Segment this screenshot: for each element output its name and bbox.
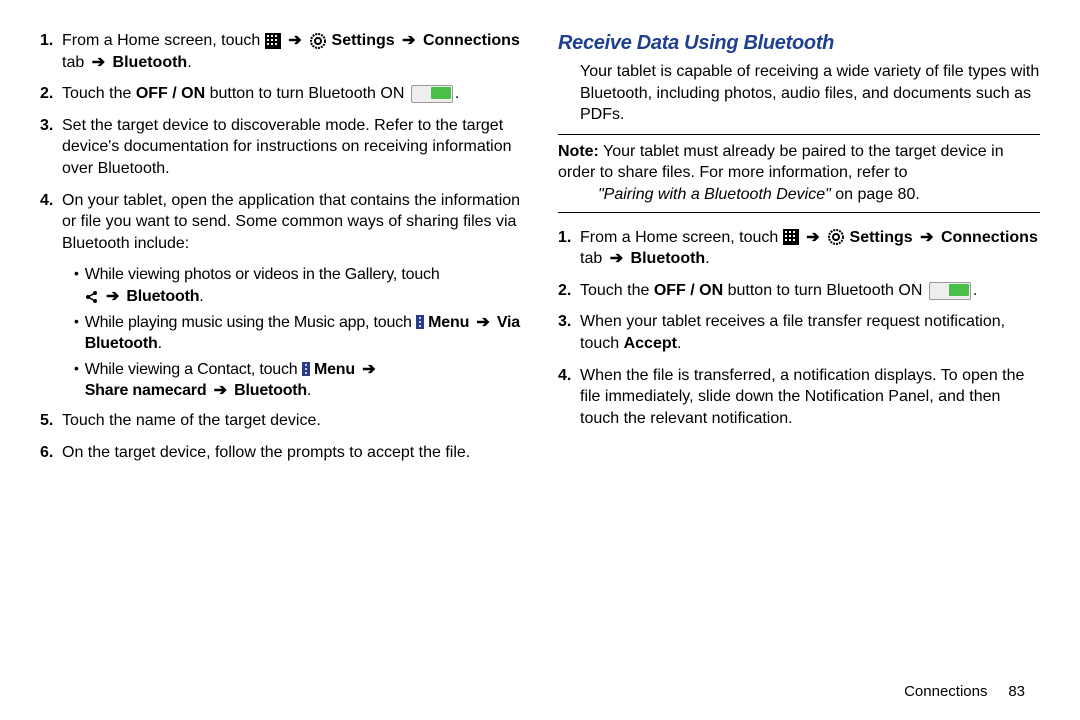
text: Touch the [580,282,654,299]
text: While playing music using the Music app,… [85,314,416,331]
text: button to turn Bluetooth ON [205,85,409,102]
r-step-2: 2. Touch the OFF / ON button to turn Blu… [558,280,1040,302]
bullet-music: • While playing music using the Music ap… [74,312,522,355]
step-number: 4. [558,365,580,430]
left-column: 1. From a Home screen, touch ➔ Settings … [40,30,522,700]
connections-label: Connections [941,229,1038,246]
text: . [677,335,681,352]
text: . [307,382,311,399]
text: Touch the [62,85,136,102]
toggle-on-icon [929,282,971,300]
arrow-icon: ➔ [476,312,489,334]
text: When the file is transferred, a notifica… [580,365,1040,430]
arrow-icon: ➔ [92,52,105,74]
r-step-4: 4. When the file is transferred, a notif… [558,365,1040,430]
arrow-icon: ➔ [806,227,819,249]
text: On your tablet, open the application tha… [62,190,522,255]
text: From a Home screen, touch [580,229,783,246]
text: While viewing a Contact, touch [85,361,302,378]
footer-page-number: 83 [1008,683,1025,700]
section-heading: Receive Data Using Bluetooth [558,30,1040,57]
step-2: 2. Touch the OFF / ON button to turn Blu… [40,83,522,105]
page-footer: Connections 83 [904,683,1025,700]
settings-gear-icon [827,228,845,246]
bluetooth-label: Bluetooth [113,54,188,71]
right-column: Receive Data Using Bluetooth Your tablet… [558,30,1040,700]
arrow-icon: ➔ [106,286,119,308]
menu-label: Menu [314,361,355,378]
r-step-1: 1. From a Home screen, touch ➔ Settings … [558,227,1040,270]
settings-label: Settings [332,32,395,49]
step-5: 5. Touch the name of the target device. [40,410,522,432]
share-icon [85,290,99,304]
arrow-icon: ➔ [288,30,301,52]
arrow-icon: ➔ [362,359,375,381]
note-block: Note: Your tablet must already be paired… [558,134,1040,213]
note-label: Note: [558,143,599,160]
step-1: 1. From a Home screen, touch ➔ Settings … [40,30,522,73]
offon-label: OFF / ON [136,85,205,102]
step-4: 4. On your tablet, open the application … [40,190,522,255]
text: Set the target device to discoverable mo… [62,115,522,180]
text: . [455,85,459,102]
text: . [187,54,191,71]
step-6: 6. On the target device, follow the prom… [40,442,522,464]
step-number: 2. [558,280,580,302]
apps-grid-icon [783,229,799,245]
note-page: on page 80. [831,186,920,203]
step-number: 6. [40,442,62,464]
step-3: 3. Set the target device to discoverable… [40,115,522,180]
step-number: 1. [40,30,62,73]
text: While viewing photos or videos in the Ga… [85,266,440,283]
text: tab [580,250,607,267]
connections-label: Connections [423,32,520,49]
note-reference: "Pairing with a Bluetooth Device" [598,186,831,203]
r-step-3: 3. When your tablet receives a file tran… [558,311,1040,354]
arrow-icon: ➔ [214,380,227,402]
text: . [158,335,162,352]
menu-label: Menu [428,314,469,331]
arrow-icon: ➔ [610,248,623,270]
menu-dots-icon [302,362,310,376]
text: Touch the name of the target device. [62,410,522,432]
text: . [973,282,977,299]
settings-label: Settings [850,229,913,246]
bullet-icon: • [74,312,79,355]
settings-gear-icon [309,32,327,50]
accept-label: Accept [624,335,677,352]
bullet-icon: • [74,264,79,307]
arrow-icon: ➔ [920,227,933,249]
bluetooth-label: Bluetooth [234,382,307,399]
step-number: 1. [558,227,580,270]
toggle-on-icon [411,85,453,103]
text: . [705,250,709,267]
text: . [199,288,203,305]
step-number: 4. [40,190,62,255]
step-number: 3. [40,115,62,180]
arrow-icon: ➔ [402,30,415,52]
note-body: Your tablet must already be paired to th… [558,143,1004,182]
step-number: 5. [40,410,62,432]
menu-dots-icon [416,315,424,329]
apps-grid-icon [265,33,281,49]
bluetooth-label: Bluetooth [126,288,199,305]
offon-label: OFF / ON [654,282,723,299]
step-number: 3. [558,311,580,354]
intro-text: Your tablet is capable of receiving a wi… [580,61,1040,126]
bluetooth-label: Bluetooth [631,250,706,267]
text: On the target device, follow the prompts… [62,442,522,464]
bullet-contact: • While viewing a Contact, touch Menu ➔ … [74,359,522,402]
text: tab [62,54,89,71]
bullet-gallery: • While viewing photos or videos in the … [74,264,522,307]
step-number: 2. [40,83,62,105]
share-namecard-label: Share namecard [85,382,207,399]
footer-section: Connections [904,683,987,700]
bullet-icon: • [74,359,79,402]
text: From a Home screen, touch [62,32,265,49]
text: button to turn Bluetooth ON [723,282,927,299]
